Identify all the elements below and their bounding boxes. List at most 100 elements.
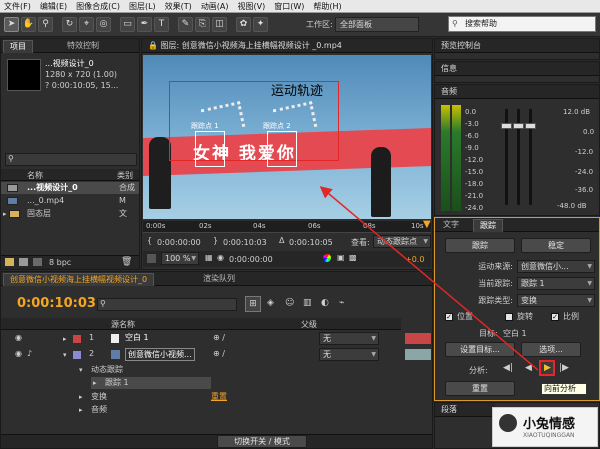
column-type[interactable]: 类别 (117, 170, 133, 181)
hand-tool-icon[interactable]: ✋ (21, 17, 36, 32)
layer-label-color[interactable] (73, 335, 81, 343)
camera-tool-icon[interactable]: ⌖ (79, 17, 94, 32)
project-search-input[interactable]: ⚲ (5, 153, 137, 166)
track-motion-button[interactable]: 跟踪 (445, 238, 515, 253)
clone-tool-icon[interactable]: ⎘ (195, 17, 210, 32)
bpc-label[interactable]: 8 bpc (49, 257, 71, 268)
layer-name[interactable]: 空白 1 (125, 332, 149, 344)
new-folder-icon[interactable] (5, 258, 14, 266)
column-name[interactable]: 名称 (27, 170, 43, 181)
rectangle-tool-icon[interactable]: ▭ (120, 17, 135, 32)
property-row[interactable]: ▾ 动态跟踪 (1, 364, 432, 376)
layer-name[interactable]: 创意微信小视频... (125, 348, 195, 361)
frame-blending-icon[interactable]: ▥ (303, 298, 312, 308)
draft-3d-icon[interactable]: ◈ (267, 298, 274, 308)
puppet-tool-icon[interactable]: ✦ (253, 17, 268, 32)
view-select[interactable]: 动态跟踪点 (373, 235, 431, 248)
audio-icon[interactable]: ♪ (27, 348, 32, 360)
eraser-tool-icon[interactable]: ◫ (212, 17, 227, 32)
property-row[interactable]: ▸ 音频 (1, 404, 432, 416)
workspace-select[interactable]: 全部面板 (335, 17, 419, 32)
start-time[interactable]: 0:00:00:00 (157, 237, 201, 248)
layer-switches-icon[interactable]: ⊕ ∕ (213, 348, 225, 360)
audio-slider-left[interactable] (501, 123, 512, 129)
transparency-icon[interactable]: ▩ (349, 253, 357, 262)
eye-icon[interactable]: ◉ (15, 348, 22, 360)
help-search-input[interactable]: ⚲ 搜索帮助 (448, 16, 596, 32)
color-depth-icon[interactable] (33, 258, 42, 266)
comp-mini-flowchart-icon[interactable]: ⊞ (245, 296, 261, 312)
track-point-2-box[interactable] (267, 131, 297, 167)
shy-layers-icon[interactable]: ☺ (285, 298, 294, 308)
analyze-back-frame-icon[interactable]: ◀| (503, 363, 513, 373)
color-channel-icon[interactable] (323, 254, 331, 262)
expand-arrow-icon[interactable]: ▸ (3, 208, 7, 220)
menu-composition[interactable]: 图像合成(C) (76, 1, 120, 12)
parent-select[interactable]: 无 (319, 332, 379, 345)
exposure-value[interactable]: +0.0 (405, 254, 424, 265)
column-parent[interactable]: 父级 (301, 319, 317, 330)
layer-switches-icon[interactable]: ⊕ ∕ (213, 332, 225, 344)
layer-row[interactable]: ◉ ♪ ▾ 2 创意微信小视频... ⊕ ∕ 无 (1, 348, 432, 362)
audio-slider-center[interactable] (513, 123, 524, 129)
zoom-tool-icon[interactable]: ⚲ (38, 17, 53, 32)
stabilize-button[interactable]: 稳定 (521, 238, 591, 253)
tab-render-queue[interactable]: 渲染队列 (197, 273, 241, 286)
rotate-tool-icon[interactable]: ↻ (62, 17, 77, 32)
layer-bar[interactable] (405, 333, 431, 344)
menu-animation[interactable]: 动画(A) (201, 1, 229, 12)
motion-source-select[interactable]: 创意微信小... (517, 260, 595, 273)
trash-icon[interactable]: 🗑 (121, 257, 132, 267)
menu-layer[interactable]: 图层(L) (129, 1, 156, 12)
reset-link[interactable]: 重置 (211, 391, 227, 403)
current-time[interactable]: 0:00:00:00 (229, 254, 273, 265)
options-button[interactable]: 选项... (521, 342, 581, 357)
layer-label-color[interactable] (73, 351, 81, 359)
end-time[interactable]: 0:00:10:03 (223, 237, 267, 248)
tab-composition[interactable]: 创意微信小视频海上挂横幅视频设计_0 (3, 273, 155, 286)
new-composition-icon[interactable] (19, 258, 28, 266)
expand-arrow-icon[interactable]: ▸ (79, 404, 83, 416)
camera-icon[interactable]: ◉ (217, 253, 224, 262)
layer-row[interactable]: ◉ ▸ 1 空白 1 ⊕ ∕ 无 (1, 332, 432, 346)
pen-tool-icon[interactable]: ✒ (137, 17, 152, 32)
audio-slider-right[interactable] (525, 123, 536, 129)
playhead-icon[interactable]: ▼ (423, 219, 431, 230)
column-source-name[interactable]: 源名称 (111, 319, 135, 330)
collapse-arrow-icon[interactable]: ▾ (63, 349, 67, 361)
region-icon[interactable]: ▣ (337, 253, 345, 262)
property-row[interactable]: ▸ 变换 重置 (1, 391, 432, 403)
rotation-checkbox[interactable] (505, 313, 513, 321)
expand-arrow-icon[interactable]: ▸ (93, 377, 97, 389)
pan-behind-tool-icon[interactable]: ◎ (96, 17, 111, 32)
lock-icon[interactable]: 🔒 (148, 41, 158, 50)
collapse-arrow-icon[interactable]: ▾ (79, 364, 83, 376)
expand-arrow-icon[interactable]: ▸ (79, 391, 83, 403)
always-preview-icon[interactable] (147, 254, 156, 263)
text-tool-icon[interactable]: T (154, 17, 169, 32)
scale-checkbox[interactable]: ✓ (551, 313, 559, 321)
toggle-switches-modes-button[interactable]: 切换开关 / 模式 (217, 435, 307, 448)
menu-effect[interactable]: 效果(T) (165, 1, 192, 12)
menu-help[interactable]: 帮助(H) (313, 1, 341, 12)
position-checkbox[interactable]: ✓ (445, 313, 453, 321)
project-row[interactable]: ▸ 固态层 文 (1, 208, 139, 220)
selection-tool-icon[interactable]: ➤ (4, 17, 19, 32)
menu-file[interactable]: 文件(F) (4, 1, 31, 12)
grid-icon[interactable]: ▦ (205, 253, 213, 262)
in-point-icon[interactable]: { (147, 236, 152, 245)
tab-tracker[interactable]: 跟踪 (473, 219, 503, 232)
out-point-icon[interactable]: } (213, 236, 218, 245)
timeline-timecode[interactable]: 0:00:10:03 (17, 296, 96, 311)
roto-brush-tool-icon[interactable]: ✿ (236, 17, 251, 32)
eye-icon[interactable]: ◉ (15, 332, 22, 344)
motion-blur-icon[interactable]: ◐ (321, 298, 329, 308)
track-type-select[interactable]: 变换 (517, 294, 595, 307)
set-target-button[interactable]: 设置目标... (445, 342, 515, 357)
layer-bar[interactable] (405, 349, 431, 360)
menu-window[interactable]: 窗口(W) (274, 1, 304, 12)
tab-project[interactable]: 项目 (3, 40, 33, 53)
analyze-forward-button[interactable]: ▶ (539, 360, 555, 376)
zoom-select[interactable]: 100 % (161, 252, 199, 265)
expand-arrow-icon[interactable]: ▸ (63, 333, 67, 345)
